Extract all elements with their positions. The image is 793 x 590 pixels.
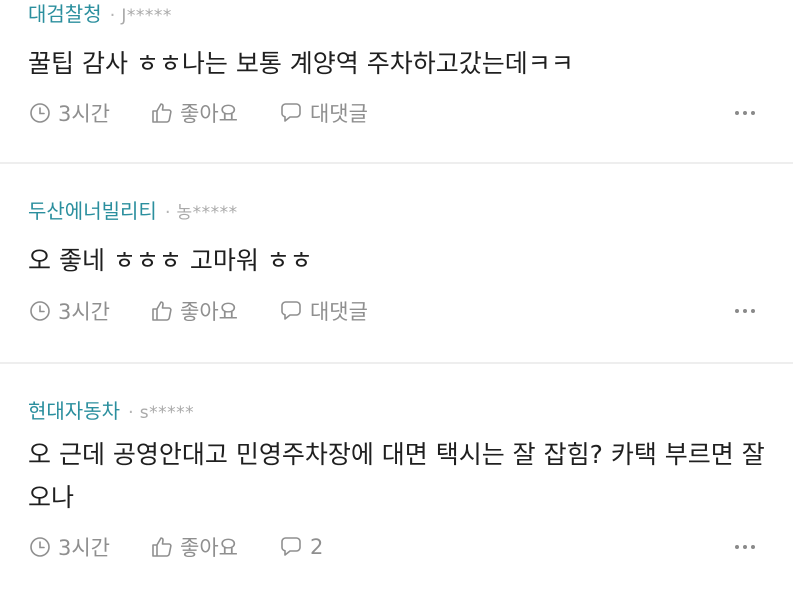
- comment-item: 두산에너빌리티 · 농***** 오 좋네 ㅎㅎㅎ 고마워 ㅎㅎ 3시간 좋아요…: [0, 164, 793, 362]
- reply-label: 대댓글: [309, 102, 368, 126]
- time-label: 3시간: [58, 536, 111, 560]
- meta-separator: ·: [164, 202, 171, 223]
- comment-actions: 3시간 좋아요 2: [28, 532, 765, 562]
- comment-text: 오 근데 공영안대고 민영주차장에 대면 택시는 잘 잡힘? 카택 부르면 잘 …: [28, 440, 765, 512]
- username: s*****: [139, 403, 195, 423]
- comment-actions: 3시간 좋아요 대댓글: [28, 296, 765, 326]
- comment-item: 대검찰청 · J***** 꿀팁 감사 ㅎㅎ나는 보통 계양역 주차하고갔는데ㅋ…: [0, 0, 793, 162]
- like-button[interactable]: 좋아요: [150, 532, 238, 562]
- time-label: 3시간: [58, 102, 111, 126]
- comment-actions: 3시간 좋아요 대댓글: [28, 98, 765, 128]
- speech-bubble-icon: [281, 301, 301, 320]
- company-name[interactable]: 두산에너빌리티: [28, 199, 157, 223]
- timestamp: 3시간: [28, 296, 110, 326]
- comment-item: 현대자동차 · s***** 오 근데 공영안대고 민영주차장에 대면 택시는 …: [0, 364, 793, 590]
- more-dots-icon[interactable]: [735, 111, 755, 115]
- more-dots-icon[interactable]: [735, 545, 755, 549]
- thumbs-up-icon: [152, 537, 172, 557]
- like-button[interactable]: 좋아요: [150, 296, 238, 326]
- speech-bubble-icon: [281, 103, 301, 122]
- username: 농*****: [176, 203, 238, 223]
- time-label: 3시간: [58, 300, 111, 324]
- meta-separator: ·: [109, 5, 116, 26]
- thumbs-up-icon: [152, 103, 172, 123]
- comment-meta: 두산에너빌리티 · 농*****: [28, 164, 765, 225]
- username: J*****: [121, 6, 172, 26]
- reply-button[interactable]: 대댓글: [278, 98, 368, 128]
- reply-button[interactable]: 대댓글: [278, 296, 368, 326]
- like-button[interactable]: 좋아요: [150, 98, 238, 128]
- like-label: 좋아요: [180, 536, 238, 560]
- company-name[interactable]: 현대자동차: [28, 399, 120, 423]
- clock-icon: [30, 301, 50, 321]
- clock-icon: [30, 537, 50, 557]
- comment-meta: 대검찰청 · J*****: [28, 0, 765, 28]
- like-label: 좋아요: [180, 300, 238, 324]
- thumbs-up-icon: [152, 301, 172, 321]
- timestamp: 3시간: [28, 532, 110, 562]
- speech-bubble-icon: [281, 537, 301, 556]
- company-name[interactable]: 대검찰청: [28, 2, 102, 26]
- more-dots-icon[interactable]: [735, 309, 755, 313]
- clock-icon: [30, 103, 50, 123]
- reply-count: 2: [309, 535, 324, 559]
- reply-button[interactable]: 2: [278, 535, 323, 559]
- comment-text: 오 좋네 ㅎㅎㅎ 고마워 ㅎㅎ: [28, 246, 313, 275]
- comment-text: 꿀팁 감사 ㅎㅎ나는 보통 계양역 주차하고갔는데ㅋㅋ: [28, 49, 574, 78]
- meta-separator: ·: [128, 402, 134, 423]
- like-label: 좋아요: [180, 102, 238, 126]
- comment-meta: 현대자동차 · s*****: [28, 364, 765, 425]
- timestamp: 3시간: [28, 98, 110, 128]
- reply-label: 대댓글: [309, 300, 368, 324]
